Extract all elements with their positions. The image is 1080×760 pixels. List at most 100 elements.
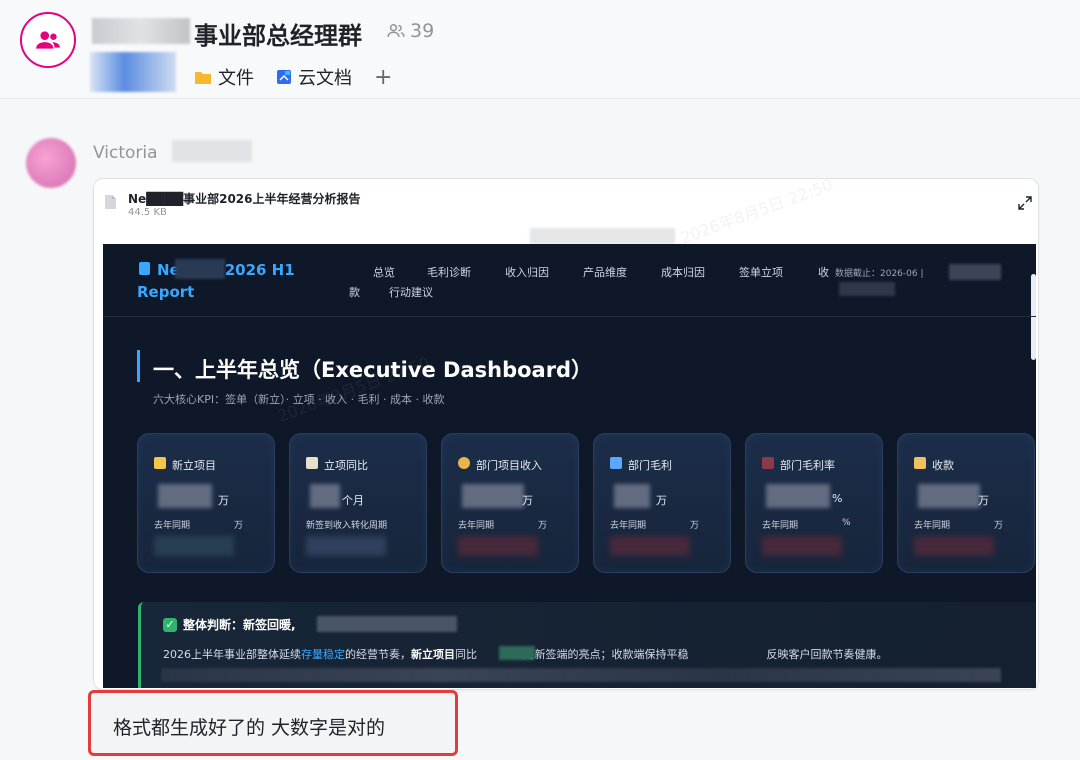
kpi-title: 部门毛利率: [780, 459, 835, 472]
chat-toolbar: 文件 云文档 +: [194, 64, 392, 90]
report-preview: Ne BU · 2026 H1 Report 总览 毛利诊断 收入归因 产品维度…: [103, 244, 1036, 688]
kpi-compare-label: 去年同期: [458, 521, 495, 531]
judgement-text-3: 同比: [455, 648, 477, 661]
nav-revenue[interactable]: 收入归因: [505, 264, 549, 280]
kpi-value-redacted: [918, 484, 980, 508]
members-icon: [387, 24, 405, 37]
kpi-compare-unit: 万: [538, 521, 548, 531]
kpi-value-redacted: [158, 484, 212, 508]
cloud-docs-tab-label: 云文档: [298, 68, 352, 89]
group-icon: [36, 31, 60, 49]
judgement-text-2: 的经营节奏，: [345, 648, 411, 661]
section-accent: [137, 350, 140, 382]
kpi-card-collection: 收款 万 去年同期 万: [897, 433, 1035, 573]
group-avatar[interactable]: [20, 12, 76, 68]
brand-redacted: [175, 259, 225, 279]
report-logo-icon: [139, 262, 150, 275]
kpi-card-gross-margin: 部门毛利率 % 去年同期 %: [745, 433, 883, 573]
judgement-text-1: 2026上半年事业部整体延续: [163, 648, 301, 661]
cutoff-redacted-2: [839, 282, 895, 296]
judgement-text-5: 反映客户回款节奏健康。: [766, 648, 888, 661]
nav-actions[interactable]: 行动建议: [389, 284, 433, 300]
report-divider: [103, 316, 1036, 317]
nav-margin[interactable]: 毛利诊断: [427, 264, 471, 280]
judgement-bold: 新立项目: [411, 648, 455, 661]
kpi-compare-unit: 万: [690, 521, 700, 531]
check-icon: ✓: [163, 618, 177, 632]
kpi-value-redacted: [766, 484, 830, 508]
kpi-card-project-yoy: 立项同比 个月 新签到收入转化周期: [289, 433, 427, 573]
kpi-compare-label: 去年同期: [610, 521, 647, 531]
nav-overview[interactable]: 总览: [373, 264, 395, 280]
cutoff-redacted: [949, 264, 1001, 280]
money-bag-icon: [458, 457, 470, 469]
nav-cost[interactable]: 成本归因: [661, 264, 705, 280]
kpi-trend-redacted: [458, 536, 538, 556]
memo-icon: [154, 457, 166, 469]
kpi-unit: 个月: [342, 494, 364, 507]
reply-text: 格式都生成好了的 大数字是对的: [113, 717, 386, 739]
kpi-compare-unit: 万: [994, 521, 1004, 531]
group-name-redacted: [92, 18, 190, 44]
kpi-unit: 万: [656, 494, 667, 507]
kpi-trend-redacted: [914, 536, 994, 556]
nav-collection-b[interactable]: 款: [349, 284, 360, 300]
cloud-docs-tab[interactable]: 云文档: [276, 64, 352, 90]
kpi-title: 部门项目收入: [476, 459, 542, 472]
sender-name: Victoria: [93, 143, 158, 163]
preview-bar-redacted: [530, 228, 675, 244]
kpi-trend-redacted: [154, 536, 234, 556]
kpi-title: 立项同比: [324, 459, 368, 472]
chat-header: 事业部总经理群 39 文件 云文档 +: [0, 0, 1080, 99]
member-count[interactable]: 39: [386, 20, 434, 42]
kpi-card-new-projects: 新立项目 万 去年同期 万: [137, 433, 275, 573]
group-tag-redacted: [90, 52, 176, 92]
judgement-box: ✓ 整体判断：新签回暖, 2026上半年事业部整体延续存量稳定的经营节奏，新立项…: [138, 602, 1036, 688]
kpi-value-redacted: [614, 484, 650, 508]
file-name[interactable]: Ne████事业部2026上半年经营分析报告: [128, 190, 361, 207]
member-count-value: 39: [410, 20, 435, 42]
cash-icon: [914, 457, 926, 469]
nav-product[interactable]: 产品维度: [583, 264, 627, 280]
kpi-unit: 万: [218, 494, 229, 507]
bar-chart-icon: [610, 457, 622, 469]
judgement-text-4: %是新签端的亮点；收款端保持平稳: [513, 648, 689, 661]
file-icon: [105, 195, 116, 209]
judgement-line2-redacted: [161, 668, 1001, 682]
folder-icon: [195, 72, 211, 84]
nav-signing[interactable]: 签单立项: [739, 264, 783, 280]
report-scrollbar[interactable]: [1031, 274, 1036, 360]
kpi-title: 收款: [932, 459, 954, 472]
kpi-compare-label: 去年同期: [914, 521, 951, 531]
judgement-title: 整体判断：新签回暖,: [183, 618, 296, 632]
sender-avatar[interactable]: [26, 138, 76, 188]
kpi-card-gross-profit: 部门毛利 万 去年同期 万: [593, 433, 731, 573]
plus-icon: +: [374, 64, 393, 90]
kpi-compare-label: 去年同期: [154, 521, 191, 531]
sender-tag-redacted: [172, 140, 252, 162]
nav-collection-a[interactable]: 收: [818, 264, 829, 280]
kpi-unit: 万: [978, 494, 989, 507]
files-tab-label: 文件: [218, 68, 254, 89]
judgement-title-redacted: [317, 616, 457, 632]
kpi-unit: %: [832, 492, 843, 505]
kpi-compare-label: 新签到收入转化周期: [306, 521, 388, 531]
kpi-compare-label: 去年同期: [762, 521, 799, 531]
kpi-compare-unit: %: [842, 518, 851, 528]
kpi-compare-unit: 万: [234, 521, 244, 531]
margin-icon: [762, 457, 774, 469]
kpi-card-project-revenue: 部门项目收入 万 去年同期 万: [441, 433, 579, 573]
kpi-title: 部门毛利: [628, 459, 672, 472]
data-cutoff: 数据截止：2026-06 |: [835, 269, 924, 279]
kpi-trend-redacted: [610, 536, 690, 556]
kpi-trend-redacted: [306, 536, 386, 556]
reply-message[interactable]: 格式都生成好了的 大数字是对的: [88, 690, 458, 756]
cloud-doc-icon: [277, 70, 291, 84]
expand-icon[interactable]: [1018, 196, 1032, 210]
judgement-mid-redacted: [499, 646, 535, 660]
files-tab[interactable]: 文件: [194, 64, 254, 90]
group-title: 事业部总经理群: [194, 22, 362, 50]
add-tab-button[interactable]: +: [374, 65, 392, 90]
kpi-title: 新立项目: [172, 459, 216, 472]
clipboard-icon: [306, 457, 318, 469]
